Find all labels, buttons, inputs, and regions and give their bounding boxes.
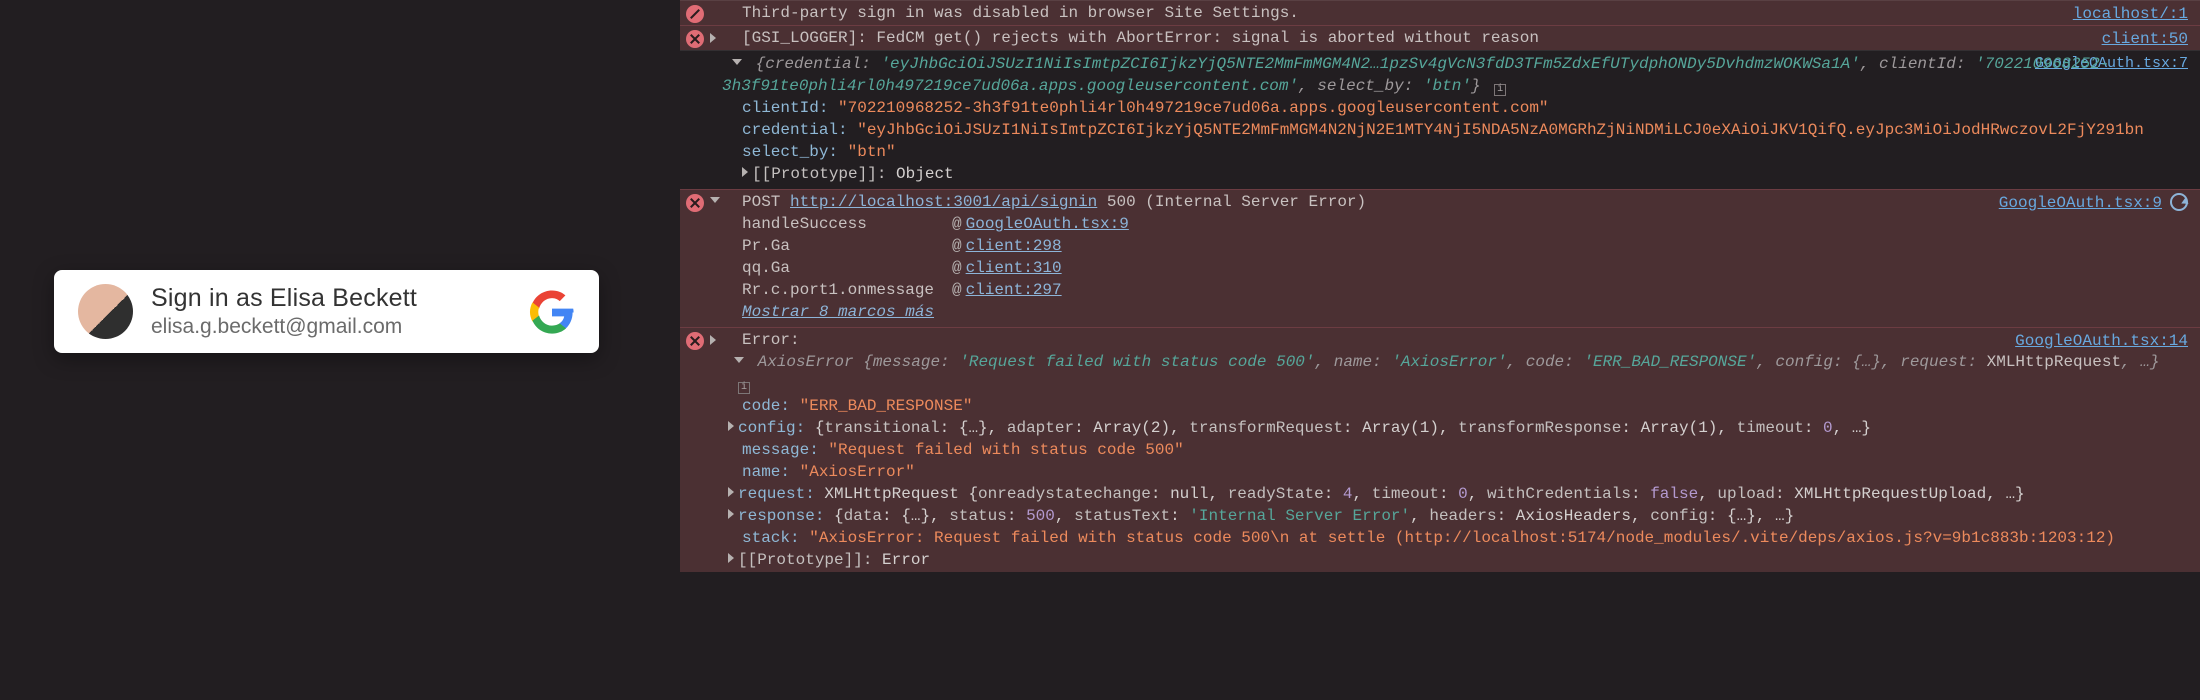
expand-icon[interactable] [728, 487, 734, 497]
object-field[interactable]: request: XMLHttpRequest {onreadystatecha… [742, 483, 2194, 505]
show-more-frames-link[interactable]: Mostrar 8 marcos más [742, 303, 934, 321]
object-field: code: "ERR_BAD_RESPONSE" [742, 395, 2194, 417]
object-field: clientId: "702210968252-3h3f91te0phli4rl… [742, 97, 2194, 119]
console-error-block[interactable]: GoogleOAuth.tsx:9 POST http://localhost:… [680, 189, 2200, 327]
object-field: stack: "AxiosError: Request failed with … [742, 527, 2194, 549]
error-icon [686, 332, 704, 350]
object-field[interactable]: response: {data: {…}, status: 500, statu… [742, 505, 2194, 527]
devtools-console[interactable]: Third-party sign in was disabled in brow… [680, 0, 2200, 700]
console-log-block[interactable]: GoogleOAuth.tsx:7 {credential: 'eyJhbGci… [680, 50, 2200, 189]
collapse-icon[interactable] [734, 357, 744, 363]
google-signin-card[interactable]: Sign in as Elisa Beckett elisa.g.beckett… [54, 270, 599, 353]
console-error-row[interactable]: [GSI_LOGGER]: FedCM get() rejects with A… [680, 25, 2200, 50]
console-text: Third-party sign in was disabled in brow… [742, 4, 1299, 22]
console-error-block[interactable]: GoogleOAuth.tsx:14 Error: AxiosError {me… [680, 327, 2200, 572]
expand-icon[interactable] [710, 33, 716, 43]
google-logo-icon [529, 289, 575, 335]
status-text: 500 (Internal Server Error) [1107, 193, 1366, 211]
retry-icon[interactable] [2170, 193, 2188, 211]
proto-field[interactable]: [[Prototype]]: Error [742, 549, 2194, 571]
expand-icon[interactable] [728, 509, 734, 519]
stack-frame[interactable]: Pr.Ga@client:298 [742, 235, 2194, 257]
error-icon [686, 194, 704, 212]
signin-email: elisa.g.beckett@gmail.com [151, 315, 511, 339]
blocked-icon [686, 5, 704, 23]
stack-frame[interactable]: Rr.c.port1.onmessage@client:297 [742, 279, 2194, 301]
avatar [78, 284, 133, 339]
source-link[interactable]: client:50 [2102, 28, 2188, 50]
collapse-icon[interactable] [732, 59, 742, 65]
expand-icon[interactable] [742, 167, 748, 177]
source-link[interactable]: GoogleOAuth.tsx:9 [1999, 192, 2188, 214]
console-error-row[interactable]: Third-party sign in was disabled in brow… [680, 0, 2200, 25]
object-field: name: "AxiosError" [742, 461, 2194, 483]
request-url-link[interactable]: http://localhost:3001/api/signin [790, 193, 1097, 211]
error-icon [686, 30, 704, 48]
error-heading: Error: [742, 329, 2194, 351]
object-field: message: "Request failed with status cod… [742, 439, 2194, 461]
info-icon[interactable]: i [1494, 84, 1506, 96]
post-method: POST [742, 193, 780, 211]
expand-icon[interactable] [728, 421, 734, 431]
expand-icon[interactable] [728, 553, 734, 563]
info-icon[interactable]: i [738, 382, 750, 394]
proto-field[interactable]: [[Prototype]]: Object [742, 163, 2194, 185]
stack-frame[interactable]: handleSuccess@GoogleOAuth.tsx:9 [742, 213, 2194, 235]
object-preview: {credential: 'eyJhbGciOiJSUzI1NiIsImtpZC… [722, 55, 2109, 95]
console-text: [GSI_LOGGER]: FedCM get() rejects with A… [742, 29, 1539, 47]
expand-icon[interactable] [710, 335, 716, 345]
source-link[interactable]: GoogleOAuth.tsx:14 [2015, 330, 2188, 352]
signin-title: Sign in as Elisa Beckett [151, 284, 511, 313]
object-preview: AxiosError {message: 'Request failed wit… [758, 353, 2160, 371]
object-field: credential: "eyJhbGciOiJSUzI1NiIsImtpZCI… [742, 119, 2194, 141]
collapse-icon[interactable] [710, 197, 720, 203]
object-field: select_by: "btn" [742, 141, 2194, 163]
stack-frame[interactable]: qq.Ga@client:310 [742, 257, 2194, 279]
object-field[interactable]: config: {transitional: {…}, adapter: Arr… [742, 417, 2194, 439]
source-link[interactable]: localhost/:1 [2073, 3, 2188, 25]
